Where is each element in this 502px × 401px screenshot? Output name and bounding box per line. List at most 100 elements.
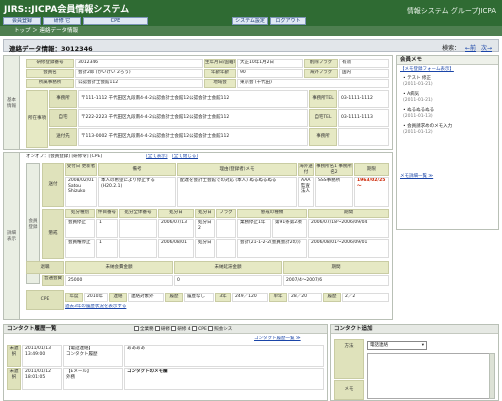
send-period-value: 1963/02/25 〜 — [354, 177, 389, 207]
cpe-single-value: 28／20 — [288, 293, 322, 302]
th-item-no: 件目番号 — [96, 209, 118, 218]
disc2-date: 2006/08/01 — [158, 239, 194, 258]
cpe-history-label: 履歴 — [165, 293, 183, 302]
label-office: 所属事務所 — [26, 79, 74, 88]
registration-no-value: 3012346 — [75, 59, 203, 68]
basic-info-side-label: 基本情報 — [4, 56, 20, 149]
detail-section: 詳細表示 オンオフ：[会員登録] [研修令] [CPE] [全て表示] [全て閉… — [3, 152, 393, 320]
app-title: JIRS::JICPA会員情報システム — [4, 5, 130, 15]
filter-cpe-checkbox[interactable] — [192, 326, 198, 331]
send-reason-value: 配達を会計士会館での対応 (本人) ぬるぬるぬる — [177, 177, 297, 207]
disc1-type: 会員停止 — [65, 219, 95, 238]
page-title-bar: 連絡データ情報：3012346 検索： ←前 次→ — [3, 39, 499, 53]
contact-type: 【Eメール】 外務 — [63, 368, 123, 390]
memo-item[interactable]: • A病気 (2011-01-21) — [403, 92, 433, 104]
label-registration-no: 研修登録番号 — [26, 59, 74, 68]
th-office-names: 事務所名1 事務所名2 — [315, 163, 353, 176]
filter-training4-checkbox[interactable] — [171, 326, 177, 331]
nav-training[interactable]: 研修 它 — [43, 17, 81, 25]
send-received-value: 2008/02/01 Satou Shizuko — [65, 177, 97, 207]
filter-all-checkbox[interactable] — [134, 326, 139, 331]
address-office-value: 〒111-1112 千代田区九段南4-4-2公認会計士会館12公認会計士会館11… — [78, 90, 308, 108]
th-disposal-type: 処分種別 — [65, 209, 95, 218]
method-select[interactable]: 電話連絡 ▾ — [367, 341, 427, 350]
memo-item[interactable]: • 会員請求めのメモ入力 (2011-01-12) — [403, 124, 452, 136]
member-name-value: 会計2郎 (かいけい 2ろう) — [75, 69, 203, 78]
th-period: 期限 — [354, 163, 389, 176]
age-value: 90 — [237, 69, 303, 78]
send-overseas-value: AAA監査法人 — [298, 177, 314, 207]
th-received: 受付日 更新者 — [65, 163, 97, 176]
label-send-office: 事務所 — [309, 128, 337, 146]
memo-item[interactable]: • テスト 修正 (2011-01-21) — [403, 76, 433, 88]
disc1-article: 第91条第2項 — [272, 219, 307, 238]
contact-memo: ああああ — [124, 345, 324, 367]
label-address-home: 自宅 — [49, 109, 77, 127]
label-member-name: 会員名 — [26, 69, 74, 78]
th-fee-period: 期間 — [283, 261, 389, 274]
breadcrumb[interactable]: トップ ＞ 連絡データ情報 — [0, 26, 502, 36]
disc2-item: 1 — [96, 239, 118, 258]
label-address-office: 事務所 — [49, 90, 77, 108]
detail-toggle-bar[interactable]: オンオフ：[会員登録] [研修令] [CPE] — [26, 154, 146, 161]
address-send-value: 〒113-0002 千代田区九段南4-4-2公認会計士会館12公認会計士会館11… — [78, 128, 308, 146]
th-disposal-date-2: 処分日 — [195, 209, 215, 218]
memo-item[interactable]: • ぬるぬるぬる (2011-01-13) — [403, 108, 434, 120]
send-office-value — [338, 128, 389, 146]
disc1-date2: 処分日 2 — [195, 219, 215, 238]
cpe-history-value: 履歴なし — [184, 293, 214, 302]
show-all-link[interactable]: [全て表示] — [146, 154, 171, 161]
contact-status: 未遅択 — [7, 368, 21, 390]
cpe-year-value: 2010年 — [84, 293, 108, 302]
memo-list-link[interactable]: メモ詳細一覧 ≫ — [400, 174, 433, 180]
office-value: 公認会計士会館112 — [75, 79, 203, 88]
search-nav: 検索： ←前 次→ — [442, 43, 492, 52]
filter-training-checkbox[interactable] — [154, 326, 160, 331]
memo-scrollbar[interactable] — [489, 353, 495, 399]
disc1-period: 2006/07/18〜2006/09/04 — [308, 219, 389, 238]
close-all-link[interactable]: [全て閉じる] — [172, 154, 202, 161]
home-tel-value: 03-1111-1113 — [338, 109, 389, 127]
contact-history-panel: コンタクト履歴一覧 全業務 研修 研修 4 CPE 照会シス コンタクト履歴一覧… — [3, 324, 328, 401]
th-reason: 理由(登録者)メモ — [177, 163, 297, 176]
contact-date: 2011/01/12 18:01:05 — [22, 368, 62, 390]
chevron-down-icon: ▾ — [421, 343, 424, 348]
contact-filter-bar: 全業務 研修 研修 4 CPE 照会シス — [134, 326, 324, 333]
app-header: JIRS::JICPA会員情報システム 情報システム グループJICPA 会員登… — [0, 0, 502, 26]
prev-link[interactable]: ←前 — [465, 45, 476, 52]
next-link[interactable]: 次→ — [481, 45, 492, 52]
cpe-3yr-label: 3年 — [215, 293, 231, 302]
cpe-history2-value: 2／2 — [342, 293, 389, 302]
disc2-date2: 処分日 — [195, 239, 215, 258]
overseas-flag-value: 国内 — [339, 69, 389, 78]
memo-textarea[interactable] — [367, 353, 495, 399]
nav-system-settings[interactable]: システム設定 — [232, 17, 268, 25]
disc2-overall — [119, 239, 157, 258]
disc1-kind: 業務停止1年 — [237, 219, 271, 238]
fee-period-value: 2007/4〜2007/6 — [283, 275, 389, 286]
contact-history-link[interactable]: コンタクト履歴一覧 ≫ — [254, 336, 324, 343]
label-address-send: 送付先 — [49, 128, 77, 146]
label-age: 年齢年齢 — [204, 69, 236, 78]
label-normal-fee: 普通会費 — [42, 275, 64, 286]
th-flag: フラグ — [216, 209, 236, 218]
cpe-history-link[interactable]: 過去3年の履歴状況を表示する — [65, 304, 175, 311]
unpaid-fee-value: 25000 — [65, 275, 173, 286]
contact-memo: コンタクトのメモ欄 — [124, 368, 324, 390]
memo-title: 会員メモ — [397, 56, 498, 65]
filter-inquiry-checkbox[interactable] — [208, 326, 214, 331]
label-office-tel: 事務所TEL — [309, 90, 337, 108]
office-tel-value: 03-1111-1112 — [338, 90, 389, 108]
th-overseas: 海外送付 — [298, 163, 314, 176]
disc2-type: 会員権停止 — [65, 239, 95, 258]
disc2-period: 2006/08/01〜2006/09/01 — [308, 239, 389, 258]
nav-member-registration[interactable]: 会員登録 — [3, 17, 41, 25]
nav-cpe[interactable]: CPE — [83, 17, 148, 25]
system-title: 情報システム グループJICPA — [406, 7, 496, 15]
label-send: 送付 — [42, 163, 64, 207]
contact-date: 2011/01/13 13:49:00 — [22, 345, 62, 367]
nav-logout[interactable]: ログアウト — [270, 17, 306, 25]
memo-form-link[interactable]: 【メモ登録フォーム表示】 — [400, 67, 454, 73]
cpe-history2-label: 履歴 — [323, 293, 341, 302]
page-title: 連絡データ情報：3012346 — [9, 45, 93, 53]
